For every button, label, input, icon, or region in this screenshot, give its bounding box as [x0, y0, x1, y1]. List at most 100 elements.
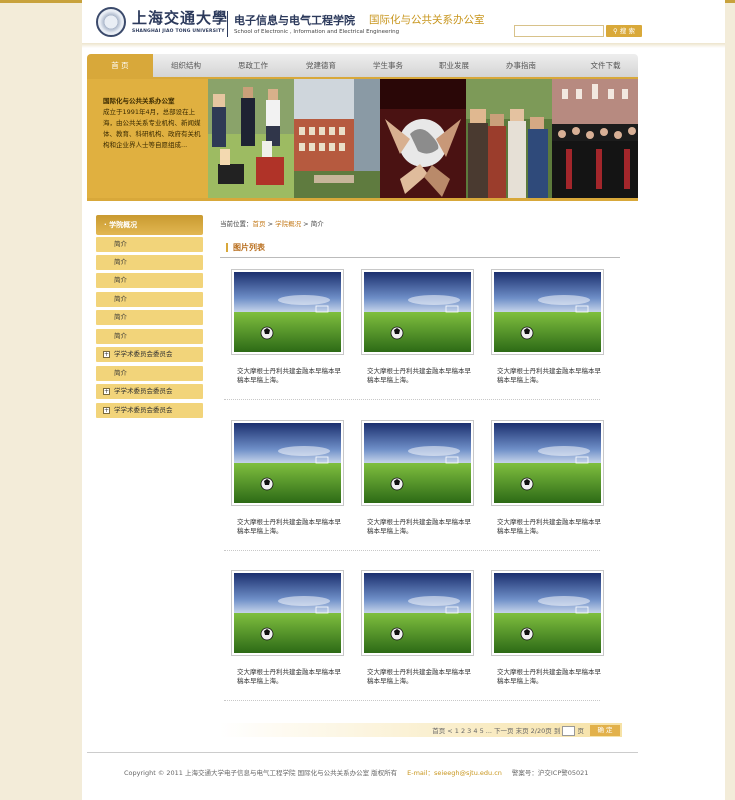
nav-downloads[interactable]: 文件下载 — [555, 54, 638, 77]
soccer-photo — [364, 573, 471, 653]
sidebar-item-intro[interactable]: 简介 — [96, 273, 203, 288]
banner-bottom-bar — [87, 198, 638, 201]
school-name-en: School of Electronic , Information and E… — [234, 29, 400, 35]
soccer-photo — [234, 573, 341, 653]
nav-party[interactable]: 党建德育 — [287, 54, 355, 77]
breadcrumb-separator: > — [301, 220, 311, 228]
breadcrumb-separator: > — [265, 220, 276, 228]
sidebar-item-intro[interactable]: 简介 — [96, 366, 203, 381]
sidebar-item-intro[interactable]: 简介 — [96, 310, 203, 325]
footer-icp: 警案号：沪交ICP警05021 — [511, 769, 589, 777]
sidebar-item-label: 学学术委员会委员会 — [114, 350, 173, 358]
site-header: 上海交通大學 SHANGHAI JIAO TONG UNIVERSITY 电子信… — [82, 3, 725, 43]
banner-photo-graduation — [552, 79, 638, 198]
sidebar-item-label: 简介 — [114, 313, 127, 321]
soccer-photo — [494, 573, 601, 653]
gallery-row-divider — [224, 700, 600, 701]
gallery-caption[interactable]: 交大摩根士丹利共建金融本早稿本早稿本早稿上海。 — [237, 668, 347, 686]
gallery-thumbnail[interactable] — [491, 420, 604, 506]
sidebar-item-committee[interactable]: + 学学术委员会委员会 — [96, 384, 203, 399]
footer: Copyright © 2011 上海交通大学电子信息与电气工程学院 国际化与公… — [124, 767, 588, 777]
main-nav: 首 页 组织结构 思政工作 党建德育 学生事务 职业发展 办事指南 文件下载 — [87, 54, 638, 77]
sidebar-item-label: 简介 — [114, 276, 127, 284]
sidebar-item-intro[interactable]: 简介 — [96, 329, 203, 344]
gallery-thumbnail[interactable] — [361, 420, 474, 506]
soccer-photo — [494, 423, 601, 503]
pagination-text: 首页 < 1 2 3 4 5 ... 下一页 末页 2/20页 到 页 — [432, 725, 584, 736]
gallery-caption[interactable]: 交大摩根士丹利共建金融本早稿本早稿本早稿上海。 — [497, 668, 607, 686]
sidebar-item-committee[interactable]: + 学学术委员会委员会 — [96, 347, 203, 362]
nav-organization[interactable]: 组织结构 — [153, 54, 219, 77]
pagination-page-suffix: 页 — [577, 727, 585, 735]
nav-ideology[interactable]: 思政工作 — [219, 54, 287, 77]
banner-photo-group — [466, 79, 552, 198]
gallery-caption[interactable]: 交大摩根士丹利共建金融本早稿本早稿本早稿上海。 — [237, 367, 347, 385]
sidebar-item-label: 简介 — [114, 240, 127, 248]
search-button[interactable]: ⚲ 搜 索 — [606, 25, 642, 37]
search-icon: ⚲ — [613, 27, 618, 35]
pagination: 首页 < 1 2 3 4 5 ... 下一页 末页 2/20页 到 页 确 定 — [220, 723, 622, 737]
sidebar-item-label: 学学术委员会委员会 — [114, 406, 173, 414]
expand-plus-icon[interactable]: + — [103, 351, 110, 358]
sidebar-item-label: 简介 — [114, 332, 127, 340]
banner: 国际化与公共关系办公室 成立于1991年4月，总部设在上海，由公共关系专业机构、… — [87, 79, 638, 198]
gallery-caption[interactable]: 交大摩根士丹利共建金融本早稿本早稿本早稿上海。 — [367, 518, 477, 536]
breadcrumb-prefix: 当前位置： — [220, 220, 253, 228]
footer-email[interactable]: E-mail：seieegh@sjtu.edu.cn — [397, 769, 502, 777]
gallery-caption[interactable]: 交大摩根士丹利共建金融本早稿本早稿本早稿上海。 — [367, 367, 477, 385]
gallery-thumbnail[interactable] — [231, 570, 344, 656]
soccer-photo — [234, 423, 341, 503]
header-shadow — [82, 43, 725, 48]
university-logo-cn[interactable]: 上海交通大學 — [132, 7, 228, 28]
gallery-thumbnail[interactable] — [361, 570, 474, 656]
sidebar-item-label: 简介 — [114, 258, 127, 266]
gallery-thumbnail[interactable] — [491, 570, 604, 656]
sidebar-item-committee[interactable]: + 学学术委员会委员会 — [96, 403, 203, 418]
gallery-thumbnail[interactable] — [491, 269, 604, 355]
gallery-thumbnail[interactable] — [231, 420, 344, 506]
section-title-text: 图片列表 — [233, 243, 265, 252]
nav-home[interactable]: 首 页 — [87, 54, 153, 77]
banner-title: 国际化与公共关系办公室 — [103, 97, 175, 105]
gallery-caption[interactable]: 交大摩根士丹利共建金融本早稿本早稿本早稿上海。 — [497, 518, 607, 536]
gallery-thumbnail[interactable] — [361, 269, 474, 355]
expand-plus-icon[interactable]: + — [103, 388, 110, 395]
banner-photo-globe — [380, 79, 466, 198]
header-divider — [227, 11, 228, 37]
page-number-input[interactable] — [562, 726, 576, 736]
search-input[interactable] — [514, 25, 604, 37]
footer-divider — [87, 752, 638, 753]
banner-photo-students — [208, 79, 294, 198]
soccer-photo — [364, 423, 471, 503]
go-to-page-button[interactable]: 确 定 — [590, 725, 620, 736]
gallery-caption[interactable]: 交大摩根士丹利共建金融本早稿本早稿本早稿上海。 — [497, 367, 607, 385]
breadcrumb: 当前位置：首页 > 学院概况 > 简介 — [220, 218, 324, 228]
sidebar-item-intro[interactable]: 简介 — [96, 255, 203, 270]
nav-career[interactable]: 职业发展 — [421, 54, 487, 77]
nav-student-affairs[interactable]: 学生事务 — [355, 54, 421, 77]
sidebar-item-label: 学学术委员会委员会 — [114, 387, 173, 395]
sidebar-item-label: 简介 — [114, 369, 127, 377]
soccer-photo — [494, 272, 601, 352]
breadcrumb-home[interactable]: 首页 — [253, 220, 266, 228]
sidebar-title: · 学院概况 — [96, 215, 203, 235]
sidebar-item-intro[interactable]: 简介 — [96, 237, 203, 252]
gallery-thumbnail[interactable] — [231, 269, 344, 355]
expand-plus-icon[interactable]: + — [103, 407, 110, 414]
gallery-caption[interactable]: 交大摩根士丹利共建金融本早稿本早稿本早稿上海。 — [237, 518, 347, 536]
sidebar-item-intro[interactable]: 简介 — [96, 292, 203, 307]
banner-photo-campus — [294, 79, 380, 198]
breadcrumb-section[interactable]: 学院概况 — [275, 220, 301, 228]
gallery-row-divider — [224, 399, 600, 400]
university-seal-icon[interactable] — [96, 7, 126, 37]
pagination-links[interactable]: 首页 < 1 2 3 4 5 ... 下一页 末页 2/20页 到 — [432, 727, 560, 735]
search-button-label: 搜 索 — [619, 27, 635, 35]
nav-guide[interactable]: 办事指南 — [487, 54, 555, 77]
section-divider — [220, 257, 620, 258]
university-logo-en: SHANGHAI JIAO TONG UNIVERSITY — [132, 29, 225, 34]
sidebar-item-label: 简介 — [114, 295, 127, 303]
gallery-caption[interactable]: 交大摩根士丹利共建金融本早稿本早稿本早稿上海。 — [367, 668, 477, 686]
soccer-photo — [364, 272, 471, 352]
banner-intro: 国际化与公共关系办公室 成立于1991年4月，总部设在上海，由公共关系专业机构、… — [103, 96, 205, 151]
breadcrumb-current: 简介 — [310, 220, 324, 228]
